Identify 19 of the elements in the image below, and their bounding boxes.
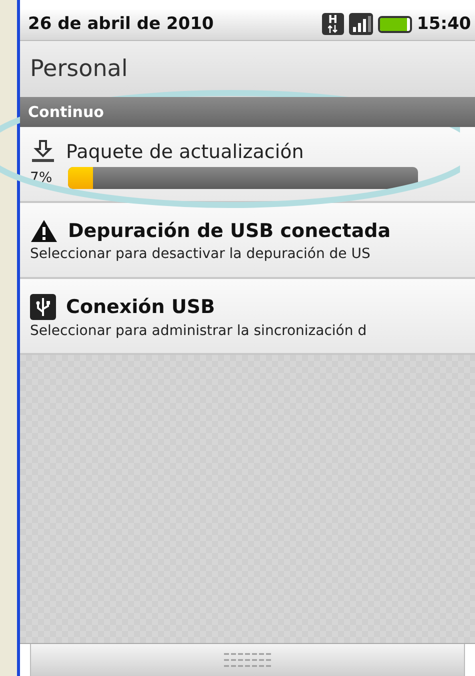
carrier-label: Personal <box>30 56 128 82</box>
notification-title: Paquete de actualización <box>66 140 304 162</box>
notification-item[interactable]: Conexión USB Seleccionar para administrar la sincronización d <box>20 279 475 355</box>
notification-text: Seleccionar para administrar la sincronización d <box>30 322 368 338</box>
notification-item[interactable]: Depuración de USB conectada Seleccionar para desactivar la depuración de US <box>20 203 475 279</box>
notification-text: Seleccionar para desactivar la depuración de US <box>30 246 372 262</box>
status-time: 15:40 <box>416 14 471 34</box>
notification-title: Conexión USB <box>66 296 215 318</box>
status-date: 26 de abril de 2010 <box>28 14 214 34</box>
download-icon <box>30 140 56 164</box>
grip-icon <box>224 653 272 667</box>
warning-icon <box>30 218 58 242</box>
battery-icon <box>378 16 412 32</box>
signal-icon <box>348 13 373 35</box>
usb-icon <box>30 294 56 320</box>
notification-title: Depuración de USB conectada <box>68 220 391 242</box>
shade-handle[interactable] <box>30 644 465 676</box>
section-title: Continuo <box>28 103 104 121</box>
network-type-icon: H <box>322 13 344 35</box>
